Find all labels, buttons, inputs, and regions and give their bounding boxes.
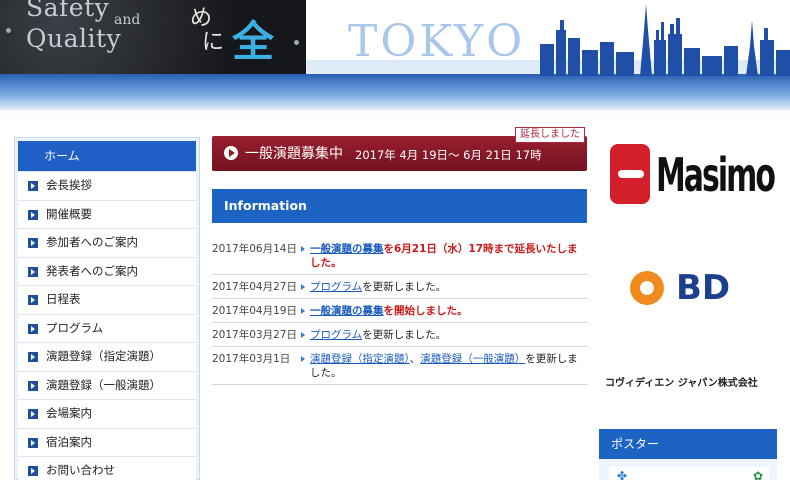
- arrow-bullet-icon: [300, 302, 310, 318]
- rivet-icon: [294, 40, 299, 45]
- list-item: 2017年04月19日 一般演題の募集を開始しました。: [212, 299, 587, 323]
- arrow-bullet-icon: [28, 209, 38, 220]
- sidebar-item-venue[interactable]: 会場案内: [18, 399, 196, 428]
- arrow-bullet-icon: [28, 352, 38, 362]
- sidebar-item-home[interactable]: ホーム: [18, 141, 196, 171]
- list-item: 2017年03月1日 演題登録（指定演題）、演題登録（一般演題）を更新しました。: [212, 347, 587, 385]
- sidebar-item-label: 演題登録（一般演題）: [46, 377, 161, 392]
- news-text: 一般演題の募集を開始しました。: [310, 302, 468, 318]
- bd-sun-icon: [630, 271, 664, 305]
- masimo-wordmark: Masimo: [656, 148, 776, 202]
- arrow-bullet-icon: [28, 238, 38, 248]
- abstract-call-banner[interactable]: 延長しました 一般演題募集中 2017年 4月 19日〜 6月 21日 17時: [212, 127, 587, 171]
- sidebar-item-presenters[interactable]: 発表者へのご案内: [18, 256, 196, 285]
- news-text: 演題登録（指定演題）、演題登録（一般演題）を更新しました。: [310, 350, 587, 380]
- poster-section: ポスター ✤ ✿: [599, 429, 777, 480]
- news-date: 2017年03月27日: [212, 329, 297, 341]
- play-icon: [224, 146, 238, 160]
- news-date: 2017年03月1日: [212, 353, 291, 365]
- arrow-bullet-icon: [28, 437, 38, 448]
- sidebar-item-label: 参加者へのご案内: [46, 235, 138, 249]
- hero-english-line1: Safety: [26, 0, 110, 22]
- sponsor-masimo-logo[interactable]: Masimo: [610, 140, 776, 230]
- list-item: 2017年06月14日 一般演題の募集を6月21日（水）17時まで延長いたしまし…: [212, 237, 587, 275]
- header-band: [0, 74, 790, 110]
- news-text: プログラムを更新しました。: [310, 278, 446, 294]
- news-separator: 、: [409, 353, 421, 365]
- sidebar-item-label: 会長挨拶: [46, 178, 92, 192]
- sidebar-item-general-abstracts[interactable]: 演題登録（一般演題）: [18, 370, 196, 399]
- poster-mark-icon: ✤: [617, 469, 628, 480]
- sidebar-item-label: 会場案内: [46, 406, 92, 420]
- sidebar-item-label: お問い合わせ: [46, 463, 115, 477]
- news-link[interactable]: 演題登録（指定演題）: [310, 353, 410, 365]
- sidebar-item-label: 日程表: [46, 292, 81, 306]
- tokyo-skyline-icon: [540, 4, 790, 76]
- sponsor-covidien[interactable]: コヴィディエン ジャパン株式会社: [605, 374, 758, 389]
- sidebar-item-label: 宿泊案内: [46, 434, 92, 449]
- sidebar-item-designated-abstracts[interactable]: 演題登録（指定演題）: [18, 342, 196, 371]
- sidebar-item-overview[interactable]: 開催概要: [18, 199, 196, 228]
- information-heading: Information: [212, 189, 587, 223]
- sidebar-item-accommodation[interactable]: 宿泊案内: [18, 427, 196, 456]
- site-header: Safety and Quality め に 全 TOKYO: [0, 0, 790, 120]
- sidebar-item-schedule[interactable]: 日程表: [18, 285, 196, 314]
- sidebar-item-contact[interactable]: お問い合わせ: [18, 456, 196, 480]
- arrow-bullet-icon: [28, 323, 38, 334]
- city-title: TOKYO: [348, 16, 526, 67]
- arrow-bullet-icon: [28, 380, 38, 391]
- arrow-bullet-icon: [28, 409, 38, 419]
- arrow-bullet-icon: [300, 326, 310, 342]
- sidebar-item-program[interactable]: プログラム: [18, 313, 196, 342]
- poster-heading: ポスター: [599, 429, 777, 459]
- hero-english-line2: Quality: [26, 24, 122, 53]
- hero-japanese-2: に: [202, 30, 225, 55]
- news-rest: を更新しました。: [362, 281, 447, 293]
- sponsor-bd-logo[interactable]: BD: [676, 268, 730, 308]
- news-date: 2017年04月19日: [212, 305, 297, 317]
- news-text: 一般演題の募集を6月21日（水）17時まで延長いたしました。: [310, 240, 587, 270]
- sidebar-item-label: 発表者へのご案内: [46, 263, 138, 278]
- arrow-bullet-icon: [28, 295, 38, 305]
- arrow-bullet-icon: [300, 278, 310, 294]
- banner-title: 一般演題募集中: [245, 146, 343, 162]
- hero-banner-image: Safety and Quality め に 全: [0, 0, 306, 74]
- arrow-bullet-icon: [28, 266, 38, 277]
- news-link[interactable]: プログラム: [310, 329, 362, 341]
- news-text: プログラムを更新しました。: [310, 326, 446, 342]
- sidebar-item-greeting[interactable]: 会長挨拶: [18, 171, 196, 200]
- banner-period: 2017年 4月 19日〜 6月 21日 17時: [355, 148, 542, 162]
- news-rest: を開始しました。: [383, 305, 468, 317]
- sidebar-nav: ホーム 会長挨拶 開催概要 参加者へのご案内 発表者へのご案内 日程表 プログラ…: [14, 137, 200, 480]
- news-rest: を更新しました。: [362, 329, 447, 341]
- poster-mark-icon: ✿: [752, 469, 763, 480]
- masimo-mark-icon: [610, 144, 650, 204]
- arrow-bullet-icon: [28, 181, 38, 191]
- news-link[interactable]: 一般演題の募集: [310, 305, 384, 317]
- information-list: 2017年06月14日 一般演題の募集を6月21日（水）17時まで延長いたしまし…: [212, 237, 587, 385]
- news-link[interactable]: プログラム: [310, 281, 362, 293]
- news-link[interactable]: 演題登録（一般演題）: [420, 353, 525, 365]
- news-date: 2017年06月14日: [212, 243, 297, 255]
- arrow-bullet-icon: [300, 350, 310, 380]
- sidebar-item-label: 演題登録（指定演題）: [46, 349, 161, 363]
- list-item: 2017年03月27日 プログラムを更新しました。: [212, 323, 587, 347]
- poster-body: ✤ ✿: [599, 459, 777, 480]
- extended-badge: 延長しました: [515, 127, 585, 143]
- hero-japanese-big: 全: [232, 17, 275, 66]
- arrow-bullet-icon: [300, 240, 310, 270]
- news-date: 2017年04月27日: [212, 281, 297, 293]
- sidebar-item-participants[interactable]: 参加者へのご案内: [18, 228, 196, 257]
- sidebar-item-label: 開催概要: [46, 206, 92, 221]
- sidebar-item-label: プログラム: [46, 320, 104, 335]
- rivet-icon: [6, 28, 11, 33]
- page: Safety and Quality め に 全 TOKYO ホーム 会長挨拶 …: [0, 0, 790, 480]
- arrow-bullet-icon: [28, 466, 38, 476]
- poster-thumbnail[interactable]: ✤ ✿: [609, 467, 769, 480]
- list-item: 2017年04月27日 プログラムを更新しました。: [212, 275, 587, 299]
- news-link[interactable]: 一般演題の募集: [310, 243, 384, 255]
- information-section: Information 2017年06月14日 一般演題の募集を6月21日（水）…: [212, 189, 587, 385]
